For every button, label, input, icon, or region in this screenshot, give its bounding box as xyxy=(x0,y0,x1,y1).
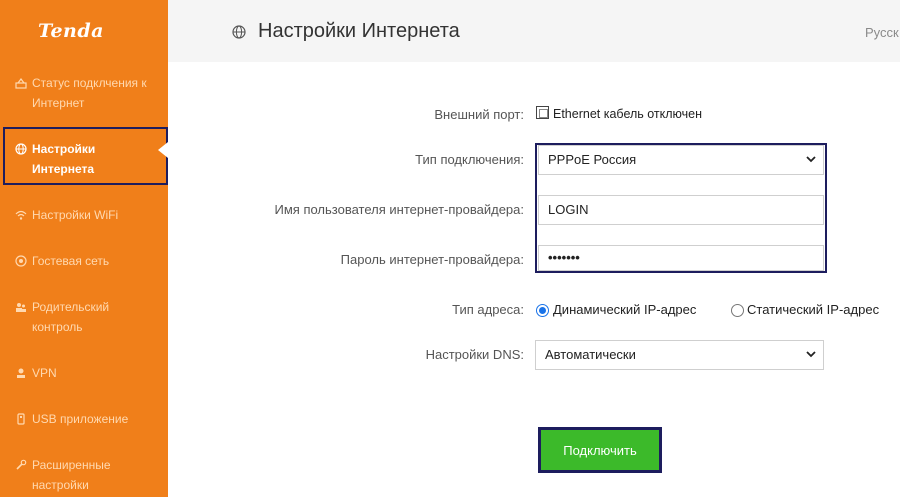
globe-icon xyxy=(232,25,246,39)
radio-static-ip[interactable] xyxy=(731,304,744,317)
sidebar-item-label: VPN xyxy=(32,366,57,380)
sidebar-item-advanced[interactable]: Расширенные настройки xyxy=(14,455,164,495)
sidebar-item-wifi[interactable]: Настройки WiFi xyxy=(14,205,164,225)
address-type-label: Тип адреса: xyxy=(452,302,524,317)
ethernet-status-checkbox xyxy=(536,106,549,119)
page-title: Настройки Интернета xyxy=(258,20,460,42)
sidebar: Tenda Статус подклчения к Интернет Настр… xyxy=(0,0,168,497)
dns-label: Настройки DNS: xyxy=(425,347,524,362)
sidebar-item-label: Расширенные настройки xyxy=(32,458,111,492)
connect-button[interactable]: Подключить xyxy=(538,427,662,473)
vpn-icon xyxy=(14,363,28,383)
credentials-highlight xyxy=(535,143,827,273)
sidebar-item-label: Родительский контроль xyxy=(32,300,110,334)
sidebar-item-label: Статус подклчения к Интернет xyxy=(32,76,147,110)
username-label: Имя пользователя интернет-провайдера: xyxy=(274,202,524,217)
wifi-icon xyxy=(14,205,28,225)
sidebar-item-label: Гостевая сеть xyxy=(32,254,110,268)
sidebar-item-guest-network[interactable]: Гостевая сеть xyxy=(14,251,164,271)
sidebar-item-vpn[interactable]: VPN xyxy=(14,363,164,383)
sidebar-item-connection-status[interactable]: Статус подклчения к Интернет xyxy=(14,73,164,113)
sidebar-item-parental-control[interactable]: Родительский контроль xyxy=(14,297,164,337)
wan-port-label: Внешний порт: xyxy=(434,107,524,122)
tenda-logo: Tenda xyxy=(38,20,104,42)
password-label: Пароль интернет-провайдера: xyxy=(340,252,524,267)
radio-static-ip-label: Статический IP-адрес xyxy=(747,302,880,317)
parental-control-icon xyxy=(14,297,28,317)
radio-dynamic-ip-label: Динамический IP-адрес xyxy=(553,302,697,317)
guest-network-icon xyxy=(14,251,28,271)
sidebar-item-usb[interactable]: USB приложение xyxy=(14,409,164,429)
dns-value: Автоматически xyxy=(545,347,636,362)
connection-type-label: Тип подключения: xyxy=(415,152,524,167)
sidebar-item-label: USB приложение xyxy=(32,412,129,426)
header: Настройки Интернета Русск xyxy=(168,0,900,62)
radio-dynamic-ip[interactable] xyxy=(536,304,549,317)
chevron-down-icon xyxy=(805,348,817,360)
active-item-caret xyxy=(158,142,168,158)
wrench-icon xyxy=(14,455,28,475)
ethernet-status-text: Ethernet кабель отключен xyxy=(553,107,703,121)
status-icon xyxy=(14,73,28,93)
active-item-highlight xyxy=(3,127,168,185)
dns-select[interactable]: Автоматически xyxy=(535,340,824,370)
usb-icon xyxy=(14,409,28,429)
sidebar-item-label: Настройки WiFi xyxy=(32,208,119,222)
language-selector[interactable]: Русск xyxy=(865,25,899,40)
